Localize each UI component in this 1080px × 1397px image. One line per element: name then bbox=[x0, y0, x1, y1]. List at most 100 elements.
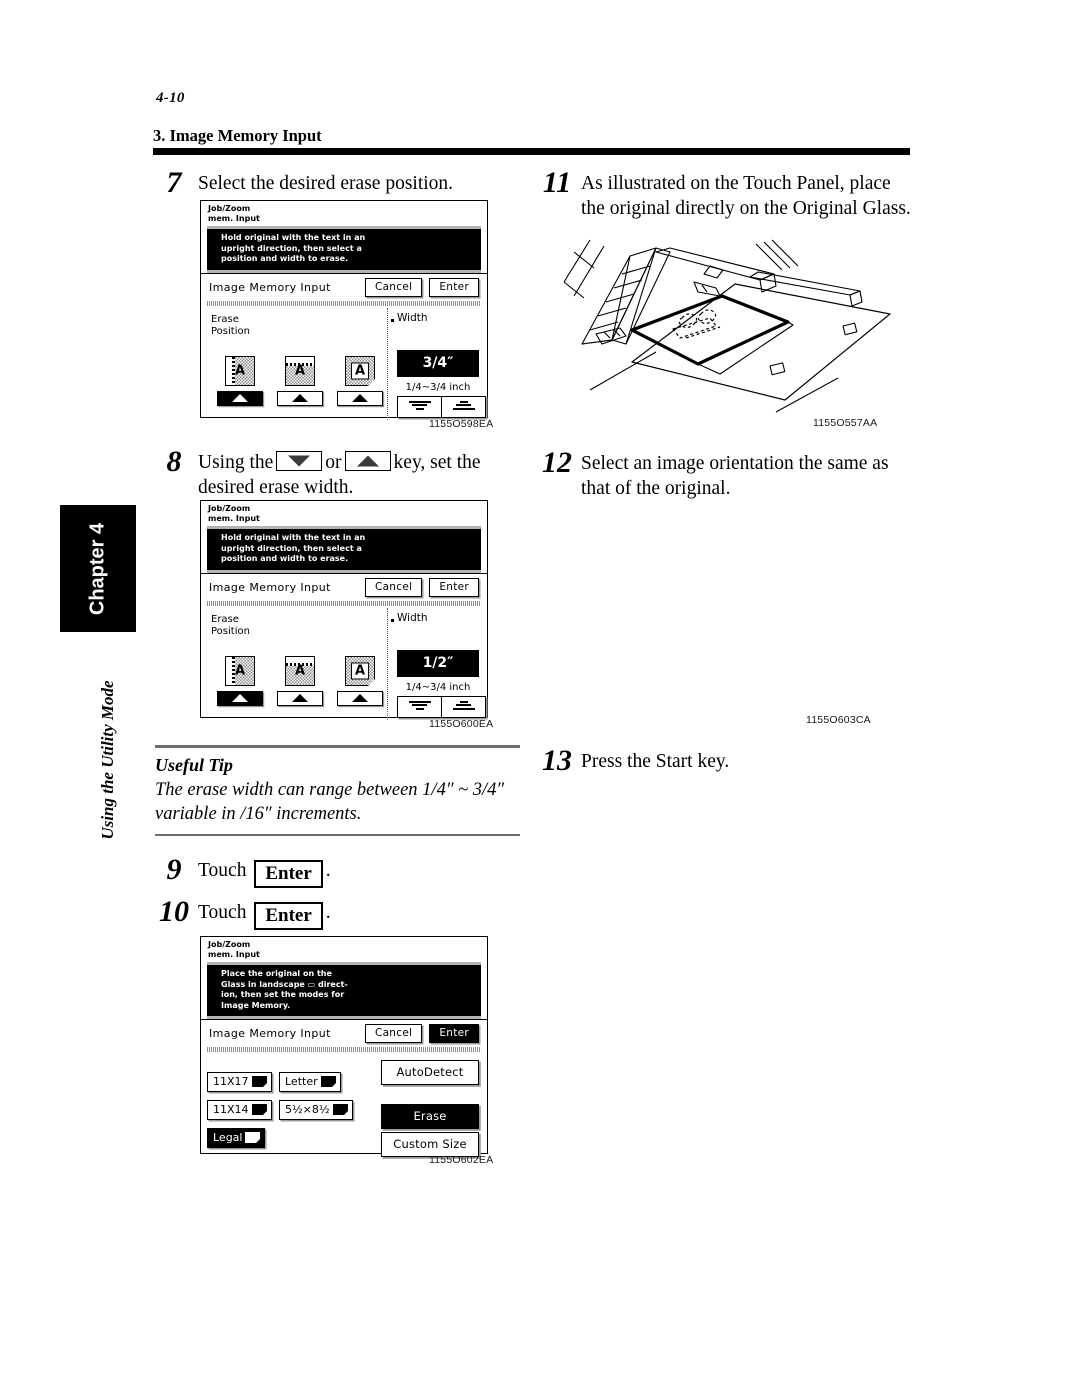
erase-position-frame-key[interactable] bbox=[337, 690, 383, 706]
step-8-text-before: Using the bbox=[198, 452, 274, 473]
tip-rule-top bbox=[155, 745, 520, 748]
paper-size-letter-button[interactable]: Letter bbox=[279, 1072, 341, 1092]
step-8-text-middle: or bbox=[325, 452, 342, 473]
step-9-text: Touch Enter. bbox=[198, 858, 331, 888]
enter-key-reference[interactable]: Enter bbox=[254, 860, 323, 888]
step-7-number: 7 bbox=[166, 166, 182, 199]
enter-key-reference[interactable]: Enter bbox=[254, 902, 323, 930]
erase-position-frame-key[interactable] bbox=[337, 390, 383, 406]
width-adjust-keys[interactable] bbox=[397, 395, 486, 418]
enter-button[interactable]: Enter bbox=[429, 1024, 479, 1043]
erase-position-label: Erase Position bbox=[211, 613, 250, 637]
erase-position-left-button[interactable]: A bbox=[217, 355, 263, 406]
landscape-icon bbox=[251, 1076, 267, 1087]
paper-size-11x14-button[interactable]: 11X14 bbox=[207, 1100, 272, 1120]
lcd-header: Job/Zoom mem. Input bbox=[208, 940, 260, 959]
erase-position-top-key[interactable] bbox=[277, 690, 323, 706]
enter-button[interactable]: Enter bbox=[429, 277, 479, 297]
frame-erase-icon: A bbox=[345, 355, 375, 386]
cancel-button[interactable]: Cancel bbox=[364, 577, 423, 597]
landscape-icon bbox=[245, 1132, 261, 1143]
landscape-icon bbox=[332, 1104, 348, 1115]
lcd-message: Place the original on the Glass in lands… bbox=[207, 962, 481, 1019]
decrease-arrow-icon bbox=[408, 400, 432, 413]
up-key-icon bbox=[344, 451, 391, 471]
width-decrease-key[interactable] bbox=[398, 397, 441, 417]
lcd-body: Erase Position Width A A A bbox=[201, 306, 487, 426]
paper-size-legal-button[interactable]: Legal bbox=[207, 1128, 266, 1148]
top-edge-erase-icon: A bbox=[285, 355, 315, 386]
step-9-text-before: Touch bbox=[198, 860, 247, 881]
width-increase-key[interactable] bbox=[441, 696, 485, 717]
width-label: Width bbox=[391, 611, 428, 624]
lcd-screen-title: Image Memory Input bbox=[209, 580, 331, 594]
width-increase-key[interactable] bbox=[441, 396, 485, 417]
width-adjust-keys[interactable] bbox=[397, 695, 486, 718]
step-11-number: 11 bbox=[542, 166, 572, 199]
step-10-text: Touch Enter. bbox=[198, 900, 331, 930]
erase-position-label: Erase Position bbox=[211, 313, 250, 337]
lcd-paper-size[interactable]: Job/Zoom mem. Input Place the original o… bbox=[200, 936, 488, 1157]
erase-position-left-button[interactable]: A bbox=[217, 655, 263, 706]
lcd-screen-title: Image Memory Input bbox=[209, 1027, 331, 1040]
left-edge-erase-icon: A bbox=[225, 655, 255, 686]
width-range: 1/4~3/4 inch bbox=[405, 681, 471, 693]
auto-detect-button[interactable]: AutoDetect bbox=[381, 1060, 479, 1085]
erase-position-frame-button[interactable]: A bbox=[337, 655, 383, 706]
figure-code-orientation: 1155O603CA bbox=[806, 714, 871, 726]
tip-body: The erase width can range between 1/4″ ~… bbox=[155, 779, 505, 824]
paper-size-half-letter-button[interactable]: 5½×8½ bbox=[279, 1100, 353, 1120]
figure-code-erase-width: 1155O600EA bbox=[429, 718, 494, 730]
lcd-message: Hold original with the text in an uprigh… bbox=[207, 526, 481, 573]
panel-divider bbox=[387, 307, 388, 420]
page-number: 4-10 bbox=[156, 90, 185, 106]
tip-rule-bottom bbox=[155, 833, 520, 836]
section-title: 3. Image Memory Input bbox=[153, 126, 322, 145]
step-10-text-after: . bbox=[325, 902, 331, 923]
panel-divider bbox=[387, 607, 388, 720]
step-12-text: Select an image orientation the same as … bbox=[581, 453, 889, 499]
paper-size-label: 5½×8½ bbox=[285, 1103, 330, 1116]
erase-position-top-button[interactable]: A bbox=[277, 655, 323, 706]
step-9-number: 9 bbox=[166, 853, 182, 886]
increase-arrow-icon bbox=[452, 400, 476, 413]
chapter-subtitle: Using the Utility Mode bbox=[98, 660, 118, 860]
figure-code-original-glass: 1155O557AA bbox=[813, 417, 878, 429]
lcd-erase-position[interactable]: Job/Zoom mem. Input Hold original with t… bbox=[200, 200, 488, 420]
lcd-title-bar: Image Memory Input Cancel Enter bbox=[201, 272, 487, 299]
paper-size-11x17-button[interactable]: 11X17 bbox=[207, 1072, 272, 1092]
width-readout: 3/4″ bbox=[397, 349, 479, 377]
chapter-subtitle-label: Using the Utility Mode bbox=[98, 680, 117, 840]
cancel-button[interactable]: Cancel bbox=[364, 277, 423, 297]
width-readout: 1/2″ bbox=[397, 649, 479, 677]
step-8-text: Using the or key, set the desired erase wi… bbox=[198, 450, 481, 500]
landscape-icon bbox=[320, 1076, 336, 1087]
top-edge-erase-icon: A bbox=[285, 655, 315, 686]
lcd-title-bar: Image Memory Input Cancel Enter bbox=[201, 572, 487, 599]
width-range: 1/4~3/4 inch bbox=[405, 381, 471, 393]
lcd-screen-title: Image Memory Input bbox=[209, 280, 331, 294]
paper-size-label: Letter bbox=[285, 1075, 318, 1088]
lcd-body: Erase Position Width A A A bbox=[201, 606, 487, 726]
cancel-button[interactable]: Cancel bbox=[364, 1024, 423, 1043]
lcd-erase-width[interactable]: Job/Zoom mem. Input Hold original with t… bbox=[200, 500, 488, 720]
erase-position-left-key[interactable] bbox=[217, 390, 263, 406]
erase-position-left-key[interactable] bbox=[217, 690, 263, 706]
chapter-tab: Chapter 4 bbox=[60, 505, 136, 632]
step-13-number: 13 bbox=[542, 744, 572, 777]
lcd-body: 11X17 Letter 11X14 5½×8½ Legal AutoDetec… bbox=[201, 1052, 487, 1168]
step-7-text: Select the desired erase position. bbox=[198, 173, 454, 194]
step-9-text-after: . bbox=[325, 860, 331, 881]
erase-button[interactable]: Erase bbox=[381, 1104, 479, 1129]
erase-position-top-key[interactable] bbox=[277, 390, 323, 406]
paper-size-label: 11X17 bbox=[213, 1075, 249, 1088]
step-8-text-line2: desired erase width. bbox=[198, 477, 354, 498]
width-decrease-key[interactable] bbox=[398, 697, 441, 717]
step-8-number: 8 bbox=[166, 445, 182, 478]
erase-position-frame-button[interactable]: A bbox=[337, 355, 383, 406]
illustration-original-glass bbox=[560, 222, 905, 417]
chapter-tab-label: Chapter 4 bbox=[86, 522, 109, 615]
erase-position-top-button[interactable]: A bbox=[277, 355, 323, 406]
enter-button[interactable]: Enter bbox=[429, 577, 479, 597]
step-12-number: 12 bbox=[542, 446, 572, 479]
